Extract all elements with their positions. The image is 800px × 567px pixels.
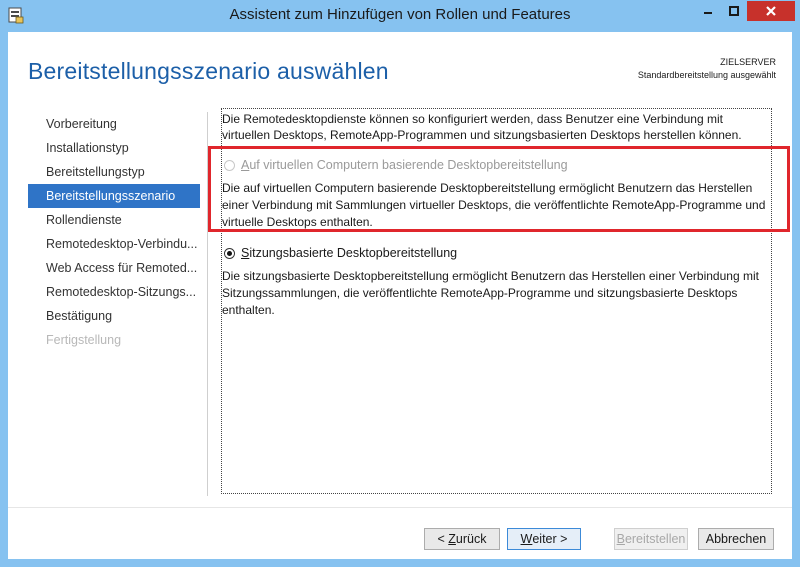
deploy-rest: ereitstellen — [624, 532, 686, 546]
option-vm-based-row: Auf virtuellen Computern basierende Desk… — [222, 156, 777, 174]
button-bar-separator — [8, 507, 792, 508]
session-based-label-rest: itzungsbasierte Desktopbereitstellung — [249, 246, 458, 260]
radio-selected-dot — [227, 250, 232, 256]
target-server-label: ZIELSERVER — [720, 57, 776, 67]
vm-based-label-rest: uf virtuellen Computern basierende Deskt… — [249, 158, 568, 172]
nav-item-web-access[interactable]: Web Access für Remoted... — [28, 256, 200, 280]
option-session-based: Sitzungsbasierte Desktopbereitstellung D… — [222, 244, 777, 319]
maximize-button[interactable] — [721, 1, 747, 21]
window-title: Assistent zum Hinzufügen von Rollen und … — [229, 6, 571, 23]
title-bar[interactable]: Assistent zum Hinzufügen von Rollen und … — [0, 0, 800, 32]
nav-item-vorbereitung[interactable]: Vorbereitung — [28, 112, 200, 136]
vm-based-radio — [224, 159, 235, 171]
nav-item-remotedesktop-verbindung[interactable]: Remotedesktop-Verbindu... — [28, 232, 200, 256]
option-session-based-row[interactable]: Sitzungsbasierte Desktopbereitstellung — [222, 244, 777, 262]
cancel-button[interactable]: Abbrechen — [698, 528, 774, 550]
minimize-button[interactable] — [695, 1, 721, 21]
session-based-radio[interactable] — [224, 247, 235, 259]
next-rest: eiter > — [532, 532, 568, 546]
nav-item-installationstyp[interactable]: Installationstyp — [28, 136, 200, 160]
nav-item-bestaetigung[interactable]: Bestätigung — [28, 304, 200, 328]
target-server-info: ZIELSERVER Standardbereitstellung ausgew… — [638, 56, 776, 82]
back-accel: Z — [448, 532, 456, 546]
nav-item-bereitstellungstyp[interactable]: Bereitstellungstyp — [28, 160, 200, 184]
option-vm-based: Auf virtuellen Computern basierende Desk… — [222, 156, 777, 231]
nav-item-bereitstellungsszenario[interactable]: Bereitstellungsszenario — [28, 184, 200, 208]
minimize-icon — [704, 12, 712, 14]
back-rest: urück — [455, 532, 487, 546]
deploy-accel: B — [616, 532, 625, 546]
nav-item-fertigstellung: Fertigstellung — [46, 333, 122, 347]
nav-item-remotedesktop-sitzungshost[interactable]: Remotedesktop-Sitzungs... — [28, 280, 200, 304]
wizard-navigation: Vorbereitung Installationstyp Bereitstel… — [28, 112, 200, 352]
vm-based-description: Die auf virtuellen Computern basierende … — [222, 181, 766, 229]
back-prefix: < — [437, 532, 449, 546]
next-button[interactable]: Weiter > — [507, 528, 581, 550]
target-server-value: Standardbereitstellung ausgewählt — [637, 70, 776, 80]
intro-text: Die Remotedesktopdienste können so konfi… — [222, 112, 742, 142]
close-button[interactable] — [747, 1, 795, 21]
session-based-description: Die sitzungsbasierte Desktopbereitstellu… — [222, 269, 759, 317]
nav-item-rollendienste[interactable]: Rollendienste — [28, 208, 200, 232]
close-icon — [766, 6, 776, 16]
wizard-window: Assistent zum Hinzufügen von Rollen und … — [0, 0, 800, 567]
back-button[interactable]: < Zurück — [424, 528, 500, 550]
wizard-client-area: Bereitstellungsszenario auswählen ZIELSE… — [8, 32, 792, 559]
page-title: Bereitstellungsszenario auswählen — [28, 58, 389, 84]
vm-based-radio-label: Auf virtuellen Computern basierende Desk… — [241, 158, 568, 172]
session-based-radio-label[interactable]: Sitzungsbasierte Desktopbereitstellung — [241, 246, 457, 260]
next-accel: W — [520, 532, 533, 546]
deploy-button: Bereitstellen — [614, 528, 688, 550]
maximize-icon — [729, 6, 739, 16]
